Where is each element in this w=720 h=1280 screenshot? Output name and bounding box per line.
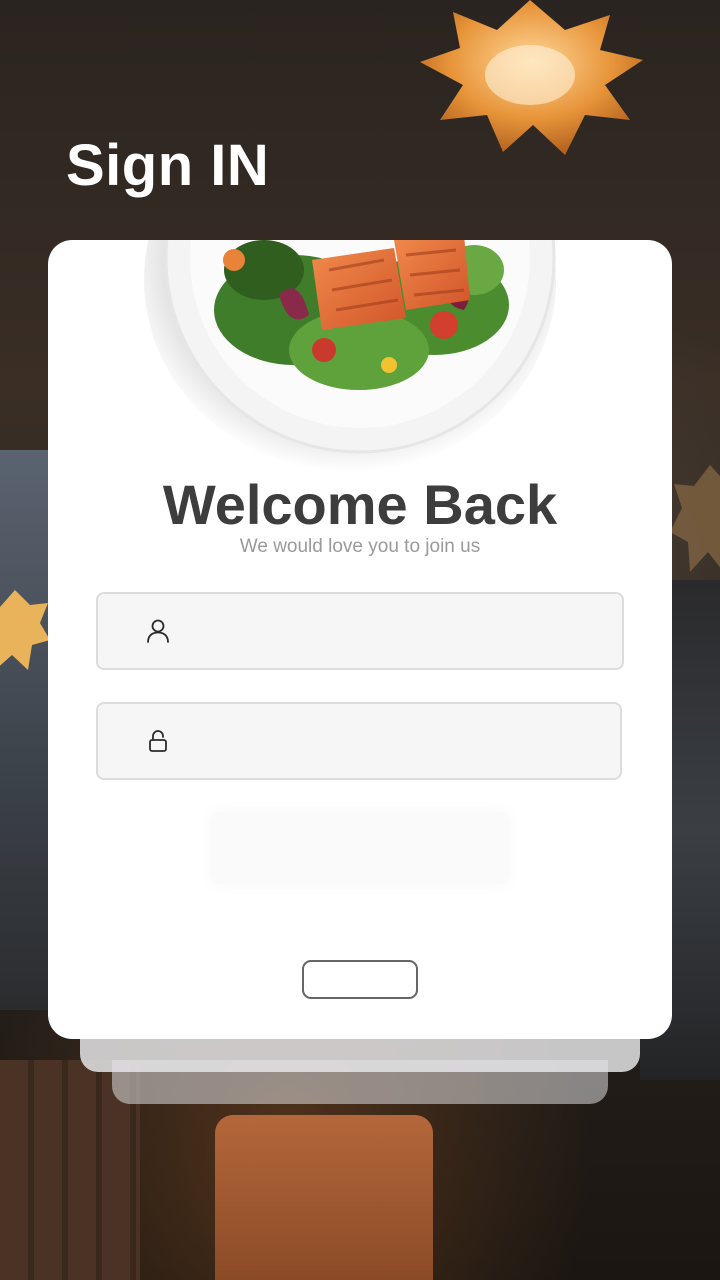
welcome-subtitle: We would love you to join us bbox=[239, 536, 481, 557]
password-input[interactable] bbox=[172, 704, 620, 778]
side-lamp-image bbox=[0, 590, 50, 670]
welcome-heading: Welcome Back bbox=[162, 473, 558, 536]
username-input[interactable] bbox=[172, 594, 622, 668]
page-title: Sign IN bbox=[66, 133, 270, 198]
food-plate-image bbox=[144, 240, 556, 472]
password-field[interactable] bbox=[96, 702, 622, 780]
background-window bbox=[0, 450, 48, 1010]
background-chair bbox=[215, 1115, 433, 1280]
side-lamp-right-image bbox=[670, 465, 720, 572]
pendant-lamp-image bbox=[420, 0, 643, 155]
signin-button[interactable] bbox=[210, 812, 510, 884]
username-field[interactable] bbox=[96, 592, 624, 670]
signin-card: Welcome Back We would love you to join u… bbox=[48, 240, 672, 1039]
lock-icon bbox=[149, 730, 167, 752]
user-icon bbox=[147, 619, 169, 643]
secondary-button[interactable] bbox=[302, 960, 418, 999]
